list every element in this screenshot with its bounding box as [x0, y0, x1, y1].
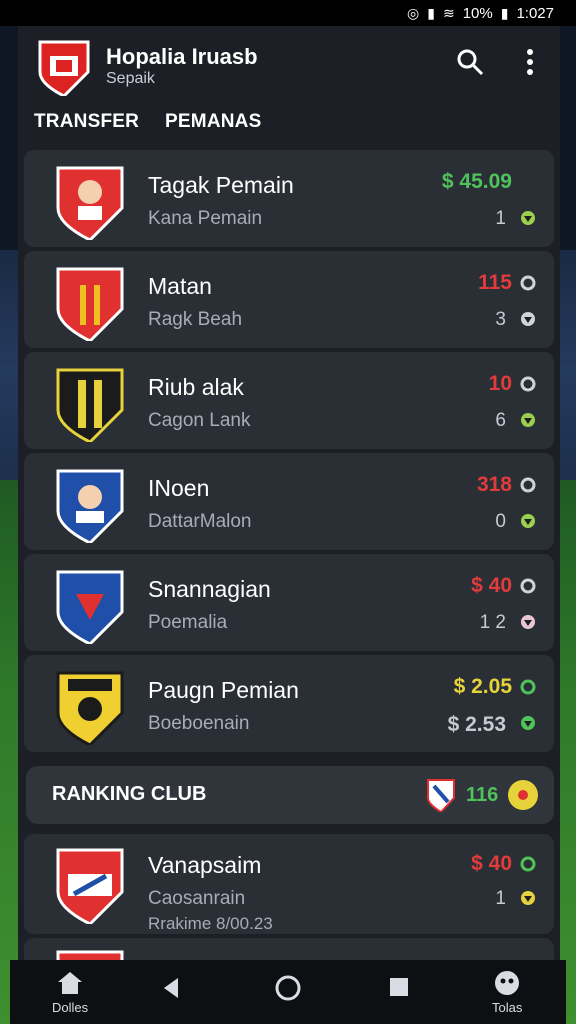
status-green-icon — [521, 514, 535, 528]
nav-recents[interactable] — [388, 976, 410, 998]
tab-bar: TRANSFER PEMANAS — [18, 98, 560, 146]
player-number: 0 — [495, 511, 506, 532]
nav-home-circle[interactable] — [274, 974, 302, 1002]
nav-home-label: Dolles — [52, 1000, 89, 1015]
status-green-icon — [520, 679, 536, 695]
ball-icon — [495, 971, 520, 995]
ranking-count: 116 — [466, 784, 499, 806]
player-number: 1 — [495, 208, 506, 229]
club-badge — [56, 848, 124, 924]
ranking-club-bar[interactable]: RANKING CLUB 116 — [26, 766, 554, 824]
ranking-label: RANKING CLUB — [52, 783, 207, 805]
club-badge — [56, 570, 124, 644]
player-detail: Rrakime 8/00.23 — [148, 914, 273, 933]
status-bar: ◎ ▮ ≋ 10% ▮ 1:027 — [0, 0, 576, 26]
player-subtitle: Poemalia — [148, 612, 228, 633]
player-price: $ 45.09 — [441, 170, 512, 193]
player-price: 318 — [476, 473, 512, 496]
app-title: Hopalia Iruasb — [106, 44, 258, 69]
player-subtitle: Kana Pemain — [148, 208, 263, 229]
status-green-icon — [521, 413, 535, 427]
home-circle-icon — [275, 975, 301, 1001]
player-name: Vanapsaim — [148, 852, 262, 878]
status-green-icon — [521, 211, 535, 225]
tab-pemanas[interactable]: PEMANAS — [165, 111, 261, 133]
tab-transfer[interactable]: TRANSFER — [34, 111, 139, 133]
ranking-badge-icon — [508, 780, 538, 810]
app-subtitle: Sepaik — [106, 70, 155, 87]
nav-home[interactable]: Dolles — [52, 970, 88, 1015]
player-name: Matan — [148, 273, 212, 299]
club-badge — [56, 267, 124, 341]
app-window: Hopalia Iruasb Sepaik TRANSFER PEMANAS T… — [18, 26, 560, 960]
club-badge — [56, 950, 124, 960]
club-badge — [56, 469, 124, 543]
player-row[interactable]: Riub alak Cagon Lank 10 6 — [24, 352, 554, 449]
player-row-partial[interactable] — [24, 938, 554, 960]
player-row[interactable]: Matan Ragk Beah 115 3 — [24, 251, 554, 348]
player-subtitle: Boeboenain — [148, 713, 250, 734]
player-price: 10 — [488, 372, 512, 395]
player-subtitle: DattarMalon — [148, 511, 252, 532]
player-name: Riub alak — [148, 374, 244, 400]
status-grey-icon — [520, 477, 536, 493]
club-logo — [38, 40, 90, 96]
player-subtitle: Ragk Beah — [148, 309, 243, 330]
status-time: 1:027 — [516, 4, 554, 22]
player-price: 115 — [478, 271, 512, 294]
search-button[interactable] — [452, 44, 488, 80]
player-row[interactable]: Snannagian Poemalia $ 40 1 2 — [24, 554, 554, 651]
nav-profile-label: Tolas — [492, 1000, 523, 1015]
featured-player-row[interactable]: Vanapsaim Caosanrain Rrakime 8/00.23 $ 4… — [24, 834, 554, 934]
player-price: $ 2.05 — [453, 675, 512, 698]
status-grey-icon — [520, 275, 536, 291]
status-green-icon — [520, 856, 536, 872]
status-grey-icon — [520, 578, 536, 594]
player-row[interactable]: Tagak Pemain Kana Pemain $ 45.09 1 — [24, 150, 554, 247]
signal-icon: ▮ — [427, 4, 435, 21]
club-badge — [56, 671, 124, 745]
nav-back[interactable] — [160, 976, 182, 1000]
player-number: 3 — [495, 309, 506, 330]
app-bar: Hopalia Iruasb Sepaik — [18, 26, 560, 98]
player-number: $ 2.53 — [447, 713, 506, 736]
club-badge — [56, 368, 124, 442]
battery-icon: ▮ — [500, 4, 509, 21]
club-badge — [427, 779, 455, 812]
more-options-button[interactable] — [512, 44, 548, 80]
recents-square-icon — [390, 978, 408, 996]
nav-profile[interactable]: Tolas — [492, 970, 522, 1015]
search-icon — [457, 49, 484, 76]
status-pink-icon — [521, 615, 535, 629]
player-list: Tagak Pemain Kana Pemain $ 45.09 1 Matan… — [24, 150, 554, 756]
player-name: Paugn Pemian — [148, 677, 299, 703]
status-grey-icon — [521, 312, 535, 326]
status-grey-icon — [520, 376, 536, 392]
player-name: Tagak Pemain — [148, 172, 294, 198]
club-badge — [56, 166, 124, 240]
player-row[interactable]: Paugn Pemian Boeboenain $ 2.05 $ 2.53 — [24, 655, 554, 752]
nfc-icon: ◎ — [407, 4, 420, 21]
player-subtitle: Cagon Lank — [148, 410, 251, 431]
player-row[interactable]: INoen DattarMalon 318 0 — [24, 453, 554, 550]
player-subtitle: Caosanrain — [148, 888, 246, 909]
status-green-icon — [521, 716, 535, 730]
player-number: 1 2 — [479, 612, 506, 633]
player-number: 1 — [495, 888, 506, 909]
bottom-nav: Dolles Tolas — [10, 960, 566, 1024]
player-number: 6 — [495, 410, 506, 431]
player-price: $ 40 — [471, 574, 512, 597]
player-name: INoen — [148, 475, 210, 501]
wifi-icon: ≋ — [442, 4, 455, 21]
home-icon — [58, 972, 83, 994]
player-name: Snannagian — [148, 576, 271, 602]
back-triangle-icon — [164, 978, 178, 998]
more-vert-icon — [527, 49, 533, 75]
status-yellow-icon — [521, 891, 535, 905]
battery-percent: 10% — [462, 4, 493, 22]
player-price: $ 40 — [471, 852, 512, 875]
